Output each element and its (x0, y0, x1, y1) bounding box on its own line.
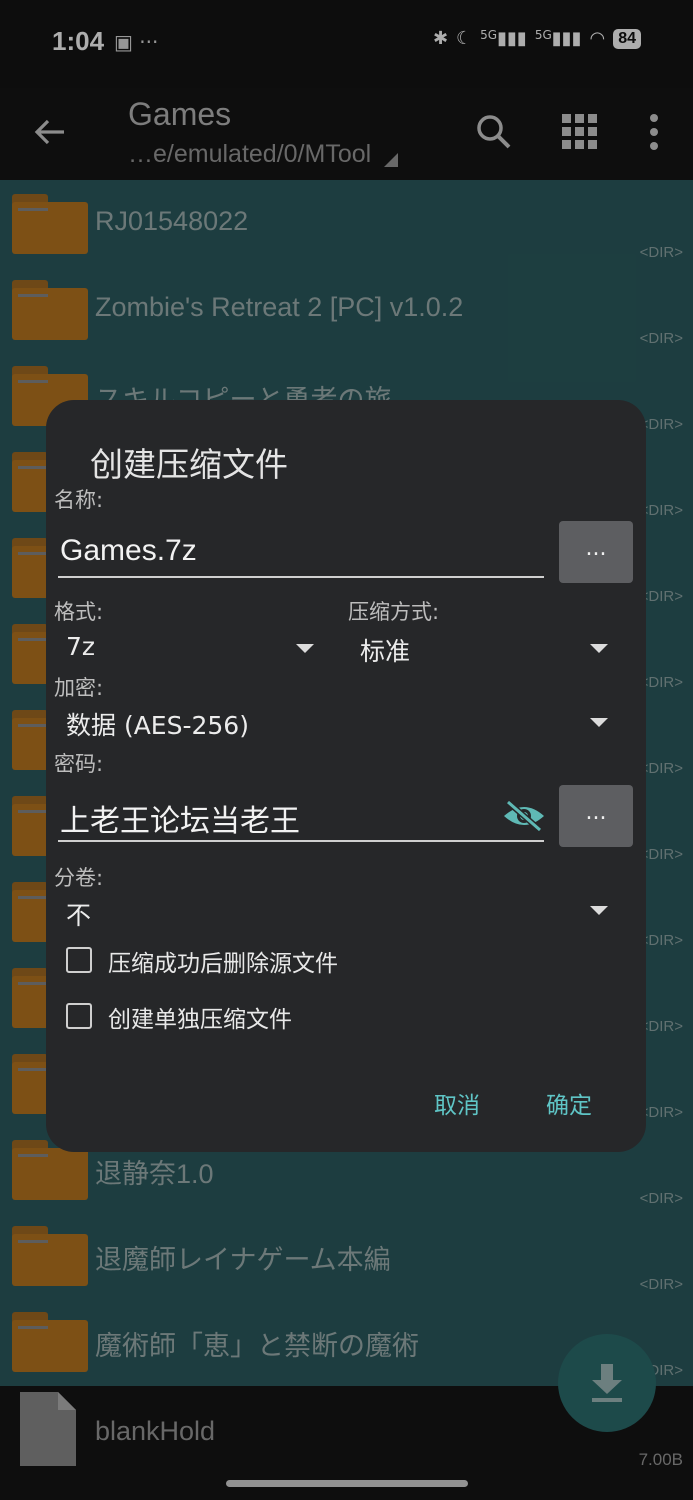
separate-archive-checkbox[interactable] (66, 1003, 92, 1029)
password-more-button[interactable]: ... (559, 785, 633, 847)
split-value: 不 (66, 901, 92, 930)
cancel-button[interactable]: 取消 (434, 1086, 480, 1120)
format-label: 格式: (54, 600, 104, 624)
split-label: 分卷: (54, 866, 104, 890)
password-label: 密码: (54, 752, 104, 776)
dropdown-caret-icon (590, 644, 608, 653)
name-label: 名称: (54, 488, 104, 512)
method-label: 压缩方式: (348, 600, 440, 624)
name-input-underline (58, 576, 544, 578)
ok-button[interactable]: 确定 (546, 1086, 592, 1120)
delete-source-checkbox[interactable] (66, 947, 92, 973)
browse-button[interactable]: ... (559, 521, 633, 583)
delete-source-label[interactable]: 压缩成功后删除源文件 (108, 944, 338, 978)
dialog-title: 创建压缩文件 (90, 445, 288, 484)
password-input[interactable]: 上老王论坛当老王 (60, 796, 300, 840)
encrypt-label: 加密: (54, 676, 104, 700)
format-value: 7z (66, 632, 96, 661)
separate-archive-label[interactable]: 创建单独压缩文件 (108, 1000, 292, 1034)
visibility-off-icon[interactable] (502, 798, 546, 834)
dropdown-caret-icon (296, 644, 314, 653)
archive-name-input[interactable]: Games.7z (60, 534, 197, 568)
password-input-underline (58, 840, 544, 842)
dropdown-caret-icon (590, 718, 608, 727)
dropdown-caret-icon (590, 906, 608, 915)
method-value: 标准 (360, 637, 411, 666)
encrypt-value: 数据 (AES-256) (66, 711, 249, 740)
create-archive-dialog: 创建压缩文件 名称: Games.7z ... 格式: 压缩方式: 7z 标准 … (46, 400, 646, 1152)
